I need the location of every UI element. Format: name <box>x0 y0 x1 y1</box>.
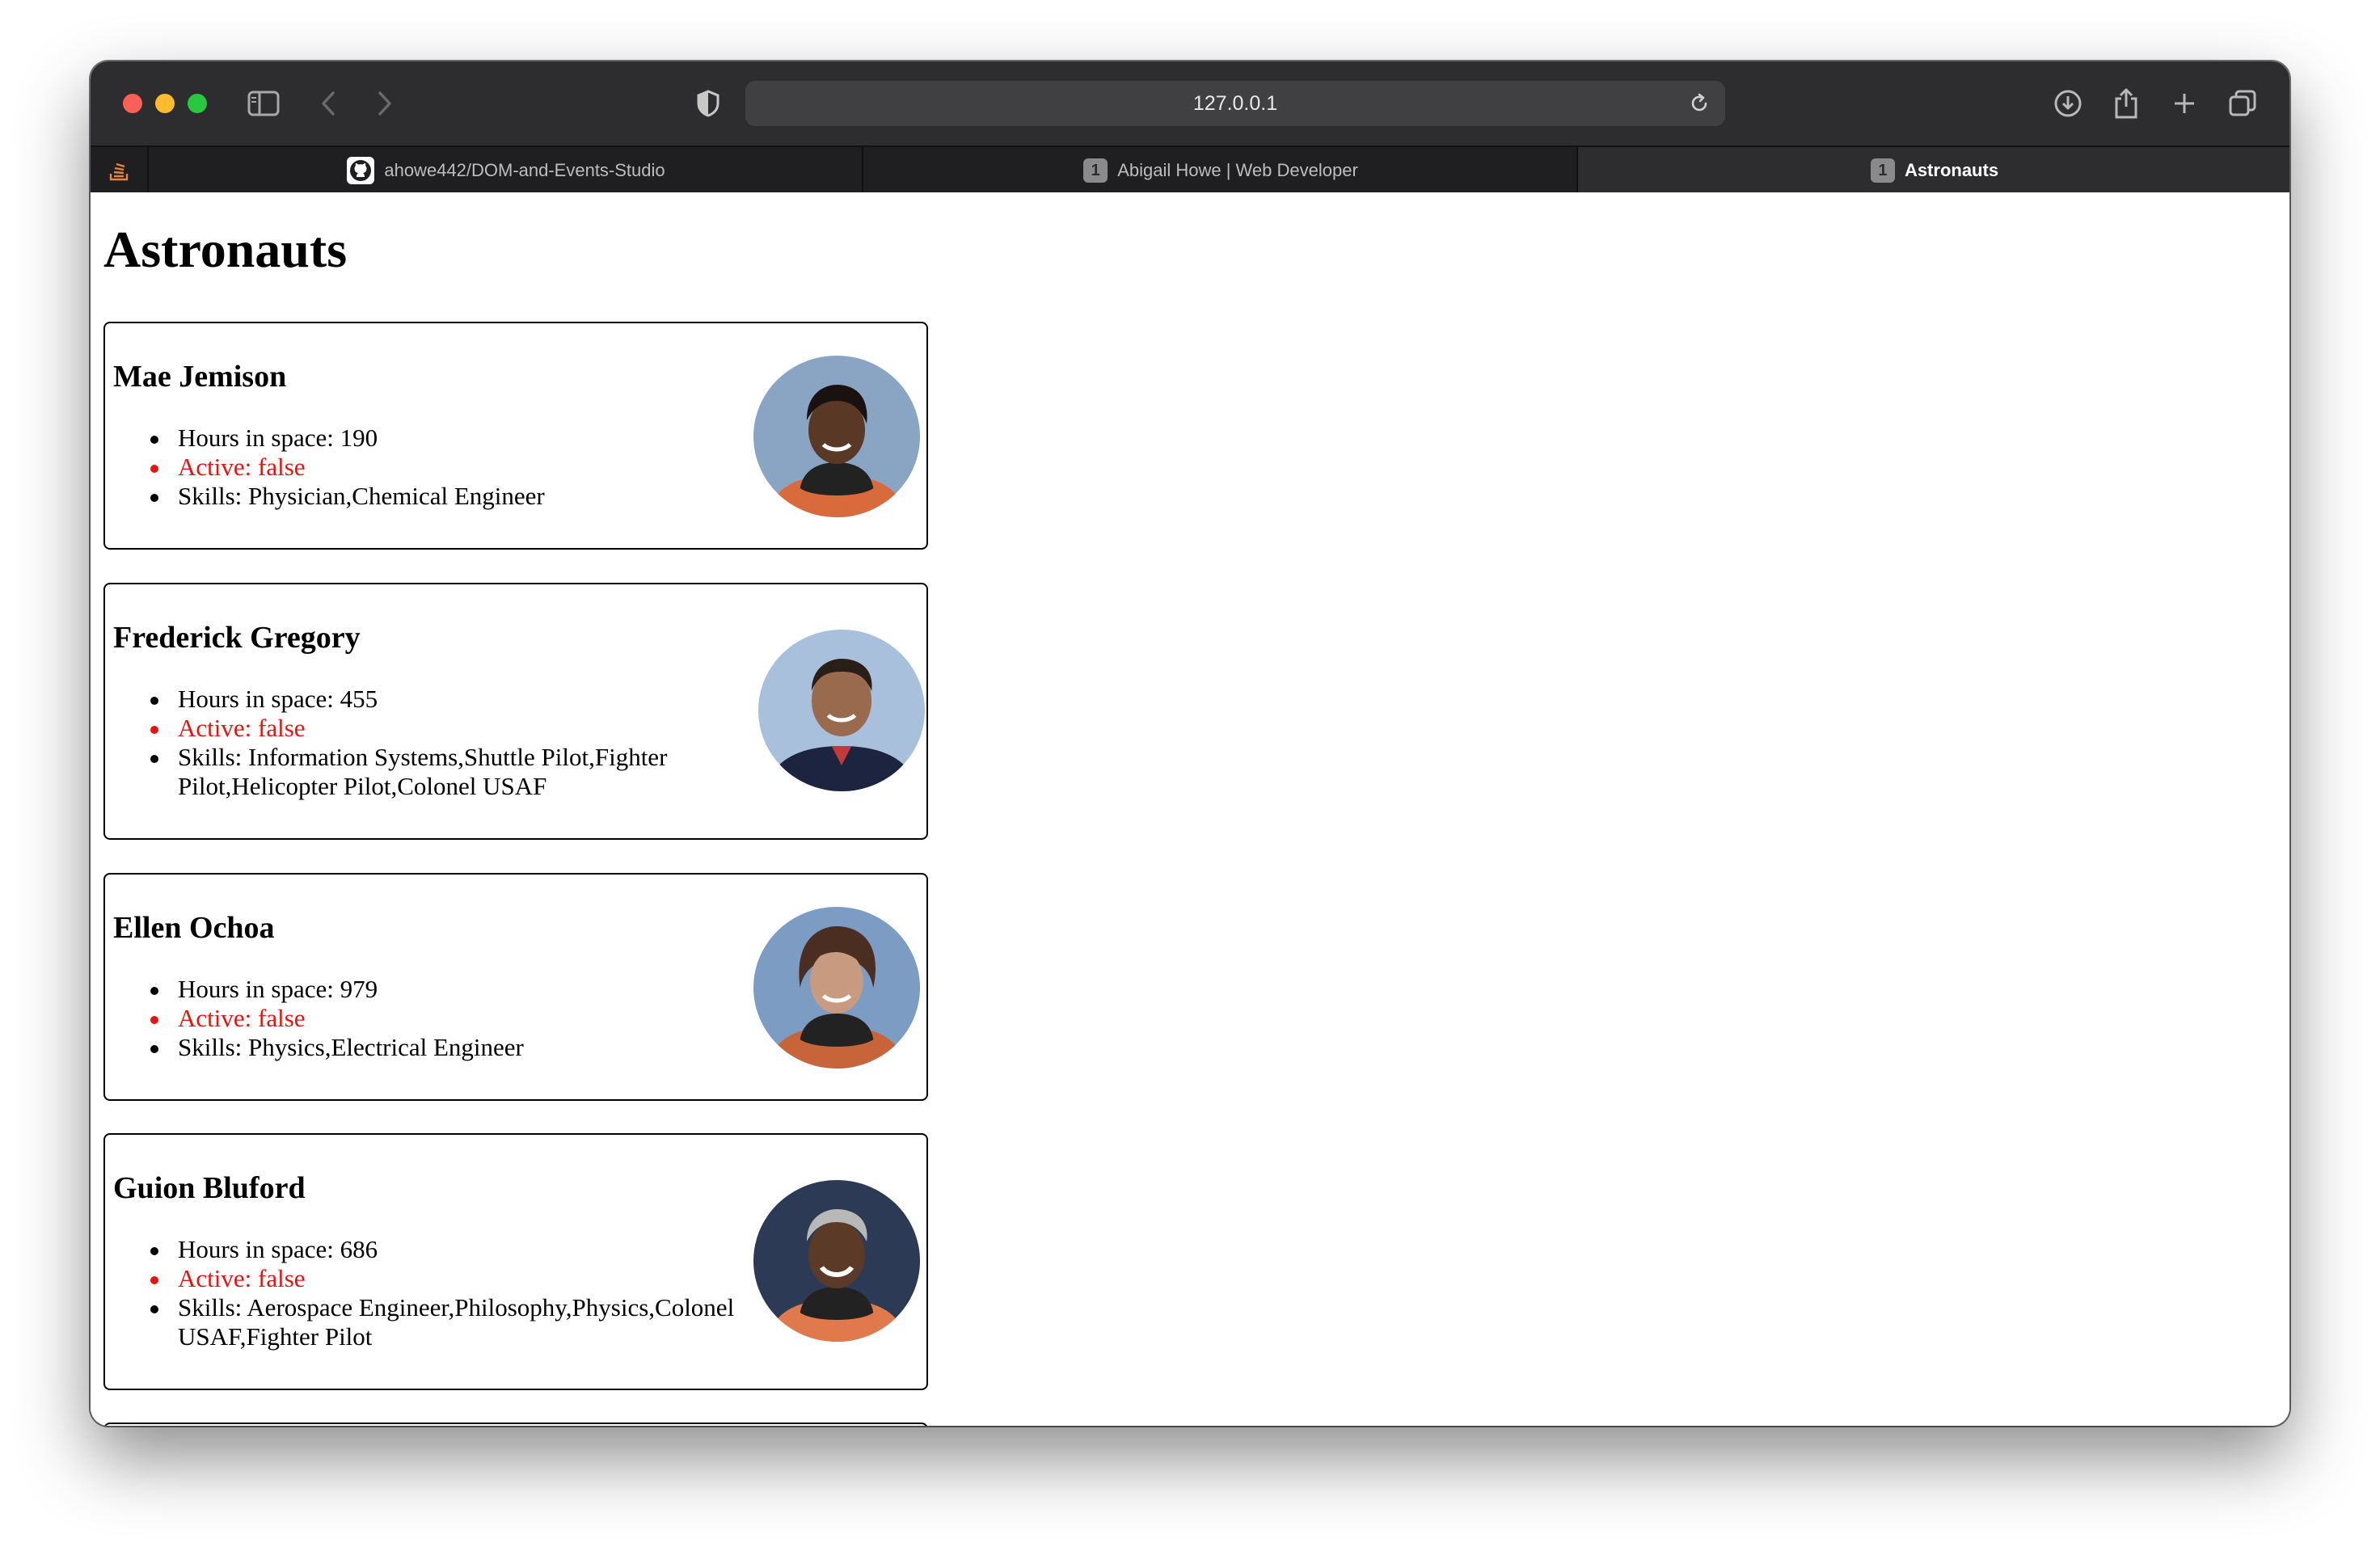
astronaut-name: Guion Bluford <box>113 1171 306 1205</box>
page-title: Astronauts <box>103 221 348 278</box>
astronaut-name: Frederick Gregory <box>113 621 361 655</box>
new-tab-icon[interactable] <box>2165 84 2204 123</box>
astronaut-card: Mae Jemison Hours in space: 190 Active: … <box>103 322 928 550</box>
astronaut-card <box>103 1423 928 1426</box>
skills: Skills: Aerospace Engineer,Philosophy,Ph… <box>105 1293 736 1351</box>
tab-badge: 1 <box>1870 158 1895 183</box>
skills: Skills: Information Systems,Shuttle Pilo… <box>105 743 736 801</box>
active-status: Active: false <box>105 453 736 482</box>
tab-label: Abigail Howe | Web Developer <box>1117 160 1358 180</box>
astronaut-card: Ellen Ochoa Hours in space: 979 Active: … <box>103 873 928 1101</box>
hours-in-space: Hours in space: 686 <box>105 1235 736 1264</box>
active-status: Active: false <box>105 714 736 743</box>
url-text: 127.0.0.1 <box>1192 91 1278 115</box>
reload-icon[interactable] <box>1683 87 1715 120</box>
astronaut-details: Hours in space: 686 Active: false Skills… <box>105 1235 736 1351</box>
active-status: Active: false <box>105 1264 736 1293</box>
github-icon <box>347 157 375 184</box>
page-content: Astronauts Mae Jemison Hours in space: 1… <box>91 192 2289 1426</box>
astronaut-card: Frederick Gregory Hours in space: 455 Ac… <box>103 583 928 840</box>
tab-github[interactable]: ahowe442/DOM-and-Events-Studio <box>147 147 863 194</box>
astronaut-photo <box>753 1180 920 1342</box>
back-icon[interactable] <box>309 84 348 123</box>
close-window-button[interactable] <box>123 94 142 113</box>
astronaut-card: Guion Bluford Hours in space: 686 Active… <box>103 1133 928 1390</box>
address-bar[interactable]: 127.0.0.1 <box>745 81 1725 126</box>
hours-in-space: Hours in space: 979 <box>105 975 736 1004</box>
astronaut-photo <box>753 356 920 517</box>
privacy-shield-icon[interactable] <box>689 84 728 123</box>
astronaut-details: Hours in space: 979 Active: false Skills… <box>105 975 736 1062</box>
tab-label: ahowe442/DOM-and-Events-Studio <box>384 160 665 180</box>
sidebar-toggle-icon[interactable] <box>244 84 283 123</box>
maximize-window-button[interactable] <box>188 94 207 113</box>
browser-window: 127.0.0.1 ahowe442/DOM-and-Events-Studio <box>91 61 2289 1426</box>
skills: Skills: Physics,Electrical Engineer <box>105 1033 736 1062</box>
astronaut-details: Hours in space: 190 Active: false Skills… <box>105 424 736 511</box>
share-icon[interactable] <box>2107 84 2146 123</box>
browser-toolbar: 127.0.0.1 <box>91 61 2289 145</box>
astronaut-photo <box>753 907 920 1069</box>
tab-astronauts[interactable]: 1 Astronauts <box>1576 147 2289 194</box>
minimize-window-button[interactable] <box>155 94 175 113</box>
tab-overview-icon[interactable] <box>2223 84 2262 123</box>
skills: Skills: Physician,Chemical Engineer <box>105 482 736 511</box>
pinned-tab-stack-icon[interactable] <box>91 147 147 194</box>
astronaut-name: Mae Jemison <box>113 360 287 394</box>
forward-icon[interactable] <box>365 84 404 123</box>
tab-portfolio[interactable]: 1 Abigail Howe | Web Developer <box>862 147 1578 194</box>
hours-in-space: Hours in space: 455 <box>105 685 736 714</box>
downloads-icon[interactable] <box>2049 84 2087 123</box>
tab-bar: ahowe442/DOM-and-Events-Studio 1 Abigail… <box>91 145 2289 194</box>
tab-badge: 1 <box>1083 158 1108 183</box>
astronaut-details: Hours in space: 455 Active: false Skills… <box>105 685 736 801</box>
tab-label: Astronauts <box>1904 160 1999 180</box>
astronaut-photo <box>758 630 925 791</box>
active-status: Active: false <box>105 1004 736 1033</box>
astronaut-name: Ellen Ochoa <box>113 911 275 945</box>
hours-in-space: Hours in space: 190 <box>105 424 736 453</box>
